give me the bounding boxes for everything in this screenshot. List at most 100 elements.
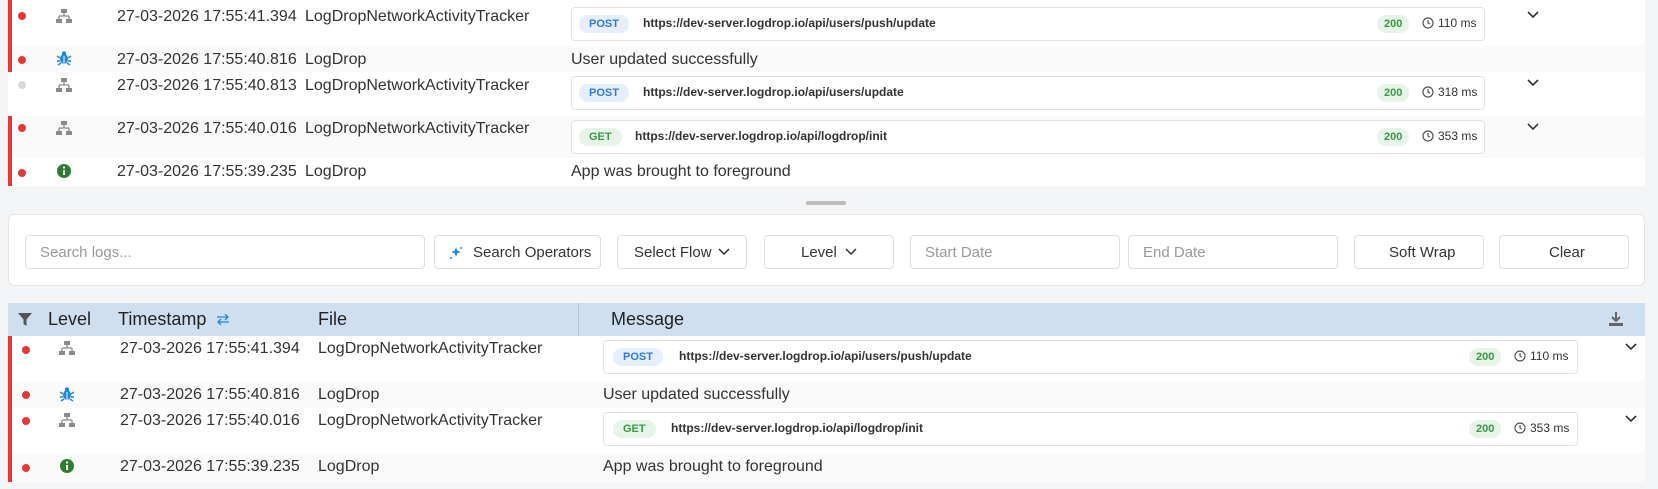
network-request[interactable]: GET https://dev-server.logdrop.io/api/lo…: [571, 120, 1485, 154]
table-row[interactable]: 27-03-2026 17:55:40.816 LogDrop User upd…: [8, 382, 1645, 408]
soft-wrap-label: Soft Wrap: [1389, 244, 1456, 261]
start-date-input[interactable]: Start Date: [910, 235, 1120, 269]
log-timestamp: 27-03-2026 17:55:40.813: [117, 77, 297, 94]
table-row[interactable]: 27-03-2026 17:55:39.235 LogDrop App was …: [8, 454, 1645, 482]
chevron-down-icon: [845, 248, 857, 256]
status-badge: 200: [1469, 420, 1502, 438]
log-file: LogDropNetworkActivityTracker: [305, 120, 530, 137]
bug-icon: [56, 51, 72, 66]
status-badge: 200: [1377, 15, 1410, 33]
network-icon: [56, 121, 72, 135]
log-row[interactable]: 27-03-2026 17:55:41.394 LogDropNetworkAc…: [8, 0, 1645, 46]
info-icon: [57, 164, 71, 178]
log-timestamp: 27-03-2026 17:55:39.235: [117, 163, 297, 180]
search-operators-button[interactable]: Search Operators: [434, 235, 601, 269]
soft-wrap-button[interactable]: Soft Wrap: [1354, 235, 1484, 269]
search-input[interactable]: Search logs...: [25, 235, 425, 269]
log-row[interactable]: 27-03-2026 17:55:40.816 LogDrop User upd…: [8, 46, 1645, 72]
log-file: LogDropNetworkActivityTracker: [305, 77, 530, 94]
log-row[interactable]: 27-03-2026 17:55:40.813 LogDropNetworkAc…: [8, 72, 1645, 116]
sparkle-icon: [450, 247, 462, 259]
select-flow-dropdown[interactable]: Select Flow: [617, 235, 747, 269]
table-row[interactable]: 27-03-2026 17:55:40.016 LogDropNetworkAc…: [8, 408, 1645, 454]
network-icon: [56, 78, 72, 92]
header-message[interactable]: Message: [611, 309, 684, 330]
log-message: App was brought to foreground: [571, 163, 791, 180]
filter-icon[interactable]: [18, 313, 32, 326]
log-timestamp: 27-03-2026 17:55:40.816: [120, 386, 300, 403]
http-method-badge: GET: [613, 420, 656, 438]
network-icon: [59, 413, 75, 427]
network-request[interactable]: GET https://dev-server.logdrop.io/api/lo…: [603, 412, 1578, 446]
log-message: User updated successfully: [603, 386, 790, 403]
chevron-down-icon[interactable]: [1624, 414, 1638, 424]
request-duration: 353 ms: [1530, 421, 1570, 435]
clock-icon: [1422, 130, 1434, 142]
neutral-dot: [18, 81, 26, 89]
header-file[interactable]: File: [318, 309, 347, 330]
chevron-down-icon[interactable]: [1624, 342, 1638, 352]
download-icon[interactable]: [1608, 311, 1624, 327]
log-row[interactable]: 27-03-2026 17:55:40.016 LogDropNetworkAc…: [8, 116, 1645, 158]
error-dot: [18, 169, 26, 177]
request-url: https://dev-server.logdrop.io/api/logdro…: [635, 129, 888, 143]
request-url: https://dev-server.logdrop.io/api/users/…: [643, 85, 904, 99]
column-divider: [578, 303, 579, 336]
request-url: https://dev-server.logdrop.io/api/logdro…: [671, 421, 924, 435]
clear-button[interactable]: Clear: [1499, 235, 1629, 269]
log-file: LogDropNetworkActivityTracker: [305, 8, 530, 25]
level-label: Level: [801, 244, 837, 261]
status-badge: 200: [1377, 84, 1410, 102]
chevron-down-icon[interactable]: [1526, 78, 1540, 88]
error-dot: [22, 391, 30, 399]
request-duration: 318 ms: [1438, 85, 1478, 99]
level-dropdown[interactable]: Level: [764, 235, 894, 269]
header-level[interactable]: Level: [48, 309, 91, 330]
search-operators-label: Search Operators: [473, 244, 592, 261]
info-icon: [60, 459, 74, 473]
log-message: User updated successfully: [571, 51, 758, 68]
end-date-input[interactable]: End Date: [1128, 235, 1338, 269]
log-timestamp: 27-03-2026 17:55:40.016: [120, 412, 300, 429]
network-icon: [56, 9, 72, 23]
network-request[interactable]: POST https://dev-server.logdrop.io/api/u…: [571, 7, 1485, 41]
log-timestamp: 27-03-2026 17:55:40.816: [117, 51, 297, 68]
http-method-badge: POST: [579, 84, 629, 102]
request-url: https://dev-server.logdrop.io/api/users/…: [643, 16, 936, 30]
http-method-badge: POST: [579, 15, 629, 33]
log-file: LogDropNetworkActivityTracker: [318, 412, 543, 429]
table-header: Level Timestamp File Message: [8, 303, 1645, 336]
chevron-down-icon[interactable]: [1526, 122, 1540, 132]
error-dot: [22, 464, 30, 472]
log-timestamp: 27-03-2026 17:55:40.016: [117, 120, 297, 137]
log-file: LogDrop: [305, 163, 367, 180]
error-dot: [22, 346, 30, 354]
chevron-down-icon[interactable]: [1526, 10, 1540, 20]
resize-handle[interactable]: [806, 201, 846, 205]
error-dot: [18, 56, 26, 64]
log-row[interactable]: 27-03-2026 17:55:39.235 LogDrop App was …: [8, 158, 1645, 186]
end-date-placeholder: End Date: [1143, 244, 1206, 261]
log-file: LogDropNetworkActivityTracker: [318, 340, 543, 357]
table-row[interactable]: 27-03-2026 17:55:41.394 LogDropNetworkAc…: [8, 336, 1645, 382]
status-badge: 200: [1469, 348, 1502, 366]
request-url: https://dev-server.logdrop.io/api/users/…: [679, 349, 972, 363]
start-date-placeholder: Start Date: [925, 244, 993, 261]
log-file: LogDrop: [305, 51, 367, 68]
error-dot: [18, 12, 26, 20]
http-method-badge: POST: [613, 348, 663, 366]
network-icon: [59, 341, 75, 355]
request-duration: 110 ms: [1438, 16, 1477, 30]
bug-icon: [59, 387, 75, 402]
log-timestamp: 27-03-2026 17:55:41.394: [120, 340, 300, 357]
error-dot: [22, 417, 30, 425]
select-flow-label: Select Flow: [634, 244, 712, 261]
network-request[interactable]: POST https://dev-server.logdrop.io/api/u…: [571, 76, 1485, 110]
clock-icon: [1514, 350, 1526, 362]
log-file: LogDrop: [318, 386, 380, 403]
search-placeholder: Search logs...: [40, 244, 132, 261]
header-timestamp[interactable]: Timestamp: [118, 309, 206, 330]
sort-icon[interactable]: [216, 314, 230, 325]
network-request[interactable]: POST https://dev-server.logdrop.io/api/u…: [603, 340, 1578, 374]
chevron-down-icon: [718, 248, 730, 256]
